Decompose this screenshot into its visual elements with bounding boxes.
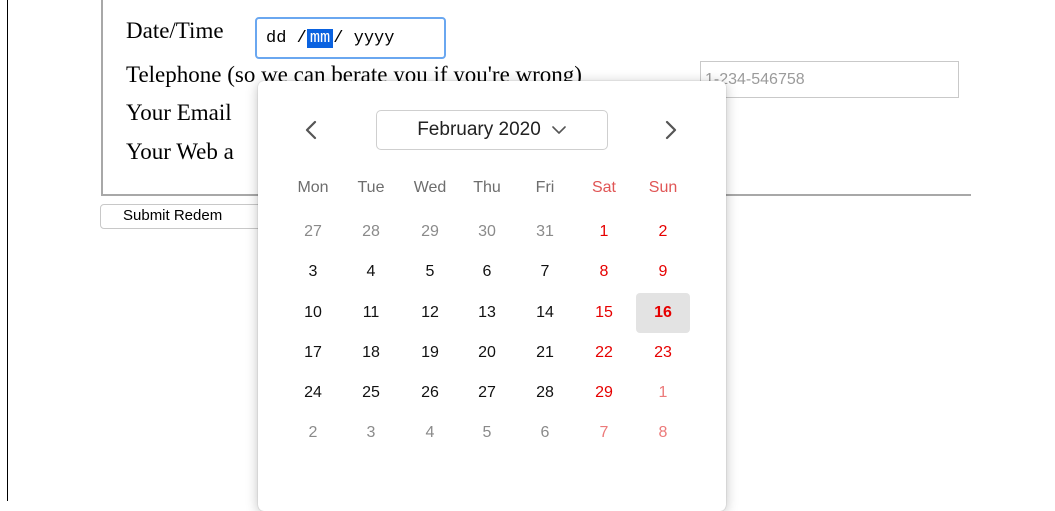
calendar-day[interactable]: 27 <box>286 212 340 252</box>
calendar-day[interactable]: 4 <box>344 252 398 292</box>
weekday-header: Wed <box>413 179 447 196</box>
calendar-day[interactable]: 27 <box>460 373 514 413</box>
calendar-day[interactable]: 28 <box>344 212 398 252</box>
month-year-label: February 2020 <box>417 119 541 140</box>
calendar-day[interactable]: 7 <box>518 252 572 292</box>
calendar-day[interactable]: 30 <box>460 212 514 252</box>
calendar-day[interactable]: 18 <box>344 333 398 373</box>
weekday-header: Thu <box>473 179 501 196</box>
chevron-down-icon <box>551 119 567 141</box>
calendar-day[interactable]: 17 <box>286 333 340 373</box>
calendar-day[interactable]: 10 <box>286 293 340 333</box>
weekday-header: Sun <box>648 179 678 196</box>
date-separator: / <box>333 28 354 48</box>
calendar-day[interactable]: 29 <box>403 212 457 252</box>
date-day-segment[interactable]: dd <box>266 29 286 48</box>
calendar-day[interactable]: 6 <box>518 413 572 453</box>
calendar-day[interactable]: 5 <box>403 252 457 292</box>
date-year-segment[interactable]: yyyy <box>354 29 395 48</box>
calendar-day[interactable]: 13 <box>460 293 514 333</box>
weekday-header: Sat <box>591 179 616 196</box>
calendar-day-today[interactable]: 16 <box>636 293 690 333</box>
calendar-day[interactable]: 22 <box>577 333 631 373</box>
date-label: Date/Time <box>126 18 224 43</box>
email-label: Your Email <box>126 100 232 125</box>
submit-button[interactable]: Submit Redem <box>100 204 270 229</box>
calendar-day[interactable]: 21 <box>518 333 572 373</box>
chevron-right-icon[interactable] <box>656 115 686 145</box>
calendar-day[interactable]: 15 <box>577 293 631 333</box>
date-input[interactable]: dd / mm / yyyy <box>255 17 446 59</box>
calendar-day[interactable]: 20 <box>460 333 514 373</box>
calendar-day[interactable]: 2 <box>286 413 340 453</box>
calendar-day[interactable]: 9 <box>636 252 690 292</box>
chevron-left-icon[interactable] <box>296 115 326 145</box>
calendar-day[interactable]: 25 <box>344 373 398 413</box>
telephone-input[interactable]: 1-234-546758 <box>700 61 959 98</box>
calendar-day[interactable]: 26 <box>403 373 457 413</box>
weekday-header: Mon <box>297 179 329 196</box>
calendar-day[interactable]: 11 <box>344 293 398 333</box>
calendar-day[interactable]: 1 <box>636 373 690 413</box>
calendar-day[interactable]: 3 <box>344 413 398 453</box>
calendar-day[interactable]: 23 <box>636 333 690 373</box>
month-year-select[interactable]: February 2020 <box>376 110 608 150</box>
calendar-day[interactable]: 24 <box>286 373 340 413</box>
calendar-day[interactable]: 29 <box>577 373 631 413</box>
date-picker-popup: February 2020 Mon Tue Wed Thu Fri Sat Sun 27 28… <box>258 81 726 511</box>
calendar-day[interactable]: 14 <box>518 293 572 333</box>
calendar-day[interactable]: 6 <box>460 252 514 292</box>
calendar-day[interactable]: 3 <box>286 252 340 292</box>
calendar-day[interactable]: 2 <box>636 212 690 252</box>
calendar-day[interactable]: 19 <box>403 333 457 373</box>
calendar-day[interactable]: 4 <box>403 413 457 453</box>
calendar-day[interactable]: 8 <box>577 252 631 292</box>
web-address-label: Your Web a <box>126 139 234 164</box>
calendar-day[interactable]: 12 <box>403 293 457 333</box>
date-separator: / <box>286 28 307 48</box>
date-month-segment[interactable]: mm <box>306 28 334 48</box>
weekday-header: Fri <box>535 179 555 196</box>
calendar-day[interactable]: 8 <box>636 413 690 453</box>
calendar-day[interactable]: 28 <box>518 373 572 413</box>
calendar-day[interactable]: 31 <box>518 212 572 252</box>
weekday-header: Tue <box>357 179 385 196</box>
calendar-day[interactable]: 7 <box>577 413 631 453</box>
calendar-day[interactable]: 5 <box>460 413 514 453</box>
calendar-day[interactable]: 1 <box>577 212 631 252</box>
